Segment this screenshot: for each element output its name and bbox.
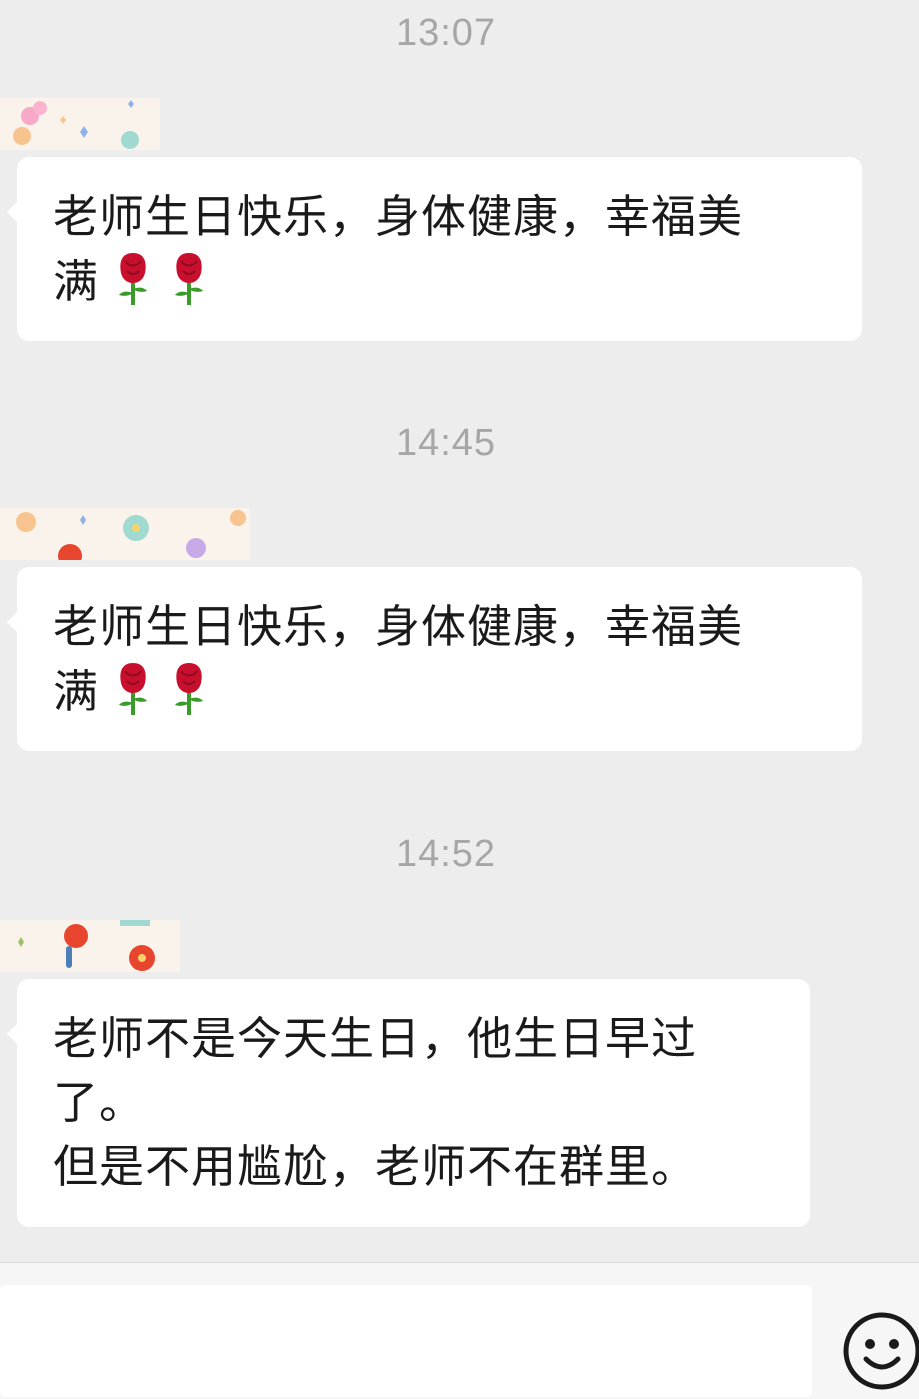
sender-avatar[interactable] [0,98,160,150]
timestamp: 14:52 [395,833,497,875]
message-text: 老师不是今天生日，他生日早过 了。 但是不用尴尬，老师不在群里。 [53,1012,698,1193]
message-bubble[interactable]: 老师生日快乐，身体健康，幸福美 满 [7,157,862,341]
smiley-face-icon [843,1312,919,1390]
rose-emoji-icon [111,249,155,307]
message-text: 老师生日快乐，身体健康，幸福美 满 [53,190,744,308]
message-bubble[interactable]: 老师生日快乐，身体健康，幸福美 满 [7,567,862,751]
timestamp: 13:07 [395,12,497,54]
chat-input-bar [0,1262,919,1399]
message-text-row: 老师生日快乐，身体健康，幸福美 满 [53,595,826,724]
rose-emoji-icon [167,249,211,307]
emoji-button[interactable] [842,1311,919,1391]
timestamp: 14:45 [395,422,497,464]
message-text: 老师生日快乐，身体健康，幸福美 满 [53,600,744,718]
sender-avatar[interactable] [0,920,180,972]
message-input[interactable] [0,1285,812,1397]
chat-history[interactable]: 13:07 老师生日快乐，身体健康，幸福美 满 14:45 老师生日快乐，身体健… [0,0,919,1262]
message-bubble[interactable]: 老师不是今天生日，他生日早过 了。 但是不用尴尬，老师不在群里。 [7,979,810,1227]
rose-emoji-icon [167,659,211,717]
rose-emoji-icon [111,659,155,717]
sender-avatar[interactable] [0,508,250,560]
message-text-row: 老师生日快乐，身体健康，幸福美 满 [53,185,826,314]
